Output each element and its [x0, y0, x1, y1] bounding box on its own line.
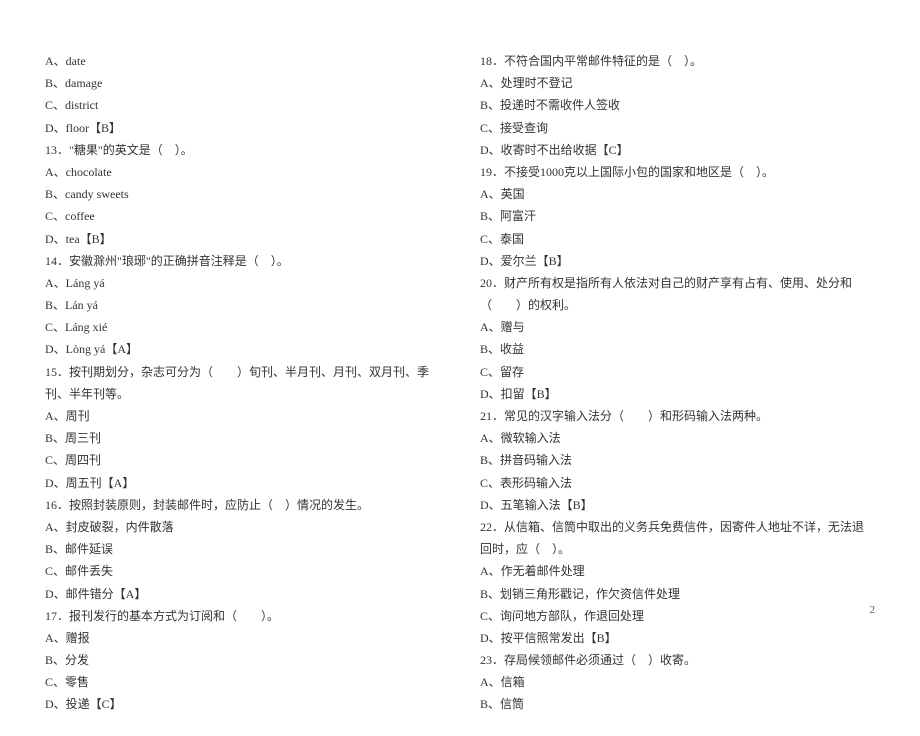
- text-line: C、接受查询: [480, 117, 875, 139]
- text-line: D、tea【B】: [45, 228, 440, 250]
- text-line: C、留存: [480, 361, 875, 383]
- text-line: C、Láng xié: [45, 316, 440, 338]
- text-line: 16．按照封装原则，封装邮件时，应防止（ ）情况的发生。: [45, 494, 440, 516]
- text-line: B、周三刊: [45, 427, 440, 449]
- text-line: D、爱尔兰【B】: [480, 250, 875, 272]
- text-line: 21．常见的汉字输入法分（ ）和形码输入法两种。: [480, 405, 875, 427]
- text-line: B、candy sweets: [45, 183, 440, 205]
- text-line: A、赠报: [45, 627, 440, 649]
- left-column: A、date B、damage C、district D、floor【B】 13…: [45, 50, 440, 716]
- text-line: B、Lán yá: [45, 294, 440, 316]
- text-line: A、作无着邮件处理: [480, 560, 875, 582]
- text-line: 22．从信箱、信筒中取出的义务兵免费信件，因寄件人地址不详，无法退回时，应（ ）…: [480, 516, 875, 560]
- text-line: B、邮件延误: [45, 538, 440, 560]
- text-line: D、Lòng yá【A】: [45, 338, 440, 360]
- text-line: C、表形码输入法: [480, 472, 875, 494]
- text-line: A、Láng yá: [45, 272, 440, 294]
- page-number: 2: [870, 604, 876, 616]
- text-line: B、收益: [480, 338, 875, 360]
- text-line: D、五笔输入法【B】: [480, 494, 875, 516]
- text-line: C、coffee: [45, 205, 440, 227]
- text-line: C、询问地方部队，作退回处理: [480, 605, 875, 627]
- text-line: B、damage: [45, 72, 440, 94]
- text-line: D、周五刊【A】: [45, 472, 440, 494]
- text-line: C、泰国: [480, 228, 875, 250]
- text-line: D、邮件错分【A】: [45, 583, 440, 605]
- text-line: A、date: [45, 50, 440, 72]
- text-line: 14．安徽滁州"琅琊"的正确拼音注释是（ ）。: [45, 250, 440, 272]
- text-line: A、chocolate: [45, 161, 440, 183]
- text-line: B、信筒: [480, 693, 875, 715]
- text-line: D、扣留【B】: [480, 383, 875, 405]
- right-column: 18．不符合国内平常邮件特征的是（ ）。 A、处理时不登记 B、投递时不需收件人…: [480, 50, 875, 716]
- text-line: 18．不符合国内平常邮件特征的是（ ）。: [480, 50, 875, 72]
- text-line: D、投递【C】: [45, 693, 440, 715]
- text-line: A、英国: [480, 183, 875, 205]
- text-line: B、投递时不需收件人签收: [480, 94, 875, 116]
- text-line: 19．不接受1000克以上国际小包的国家和地区是（ ）。: [480, 161, 875, 183]
- text-line: C、零售: [45, 671, 440, 693]
- text-line: D、收寄时不出给收据【C】: [480, 139, 875, 161]
- text-line: A、处理时不登记: [480, 72, 875, 94]
- text-line: C、周四刊: [45, 449, 440, 471]
- text-line: B、阿富汗: [480, 205, 875, 227]
- text-line: 20．财产所有权是指所有人依法对自己的财产享有占有、使用、处分和（ ）的权利。: [480, 272, 875, 316]
- text-line: B、分发: [45, 649, 440, 671]
- text-line: D、按平信照常发出【B】: [480, 627, 875, 649]
- text-line: C、邮件丢失: [45, 560, 440, 582]
- text-line: 15．按刊期划分，杂志可分为（ ）旬刊、半月刊、月刊、双月刊、季刊、半年刊等。: [45, 361, 440, 405]
- text-line: A、微软输入法: [480, 427, 875, 449]
- text-line: C、district: [45, 94, 440, 116]
- text-line: A、赠与: [480, 316, 875, 338]
- text-line: B、拼音码输入法: [480, 449, 875, 471]
- text-line: 13．"糖果"的英文是（ ）。: [45, 139, 440, 161]
- text-line: B、划销三角形戳记，作欠资信件处理: [480, 583, 875, 605]
- text-line: 23．存局候领邮件必须通过（ ）收寄。: [480, 649, 875, 671]
- text-line: 17．报刊发行的基本方式为订阅和（ ）。: [45, 605, 440, 627]
- text-line: A、封皮破裂，内件散落: [45, 516, 440, 538]
- text-line: D、floor【B】: [45, 117, 440, 139]
- document-page: A、date B、damage C、district D、floor【B】 13…: [0, 0, 920, 736]
- text-line: A、信箱: [480, 671, 875, 693]
- text-line: A、周刊: [45, 405, 440, 427]
